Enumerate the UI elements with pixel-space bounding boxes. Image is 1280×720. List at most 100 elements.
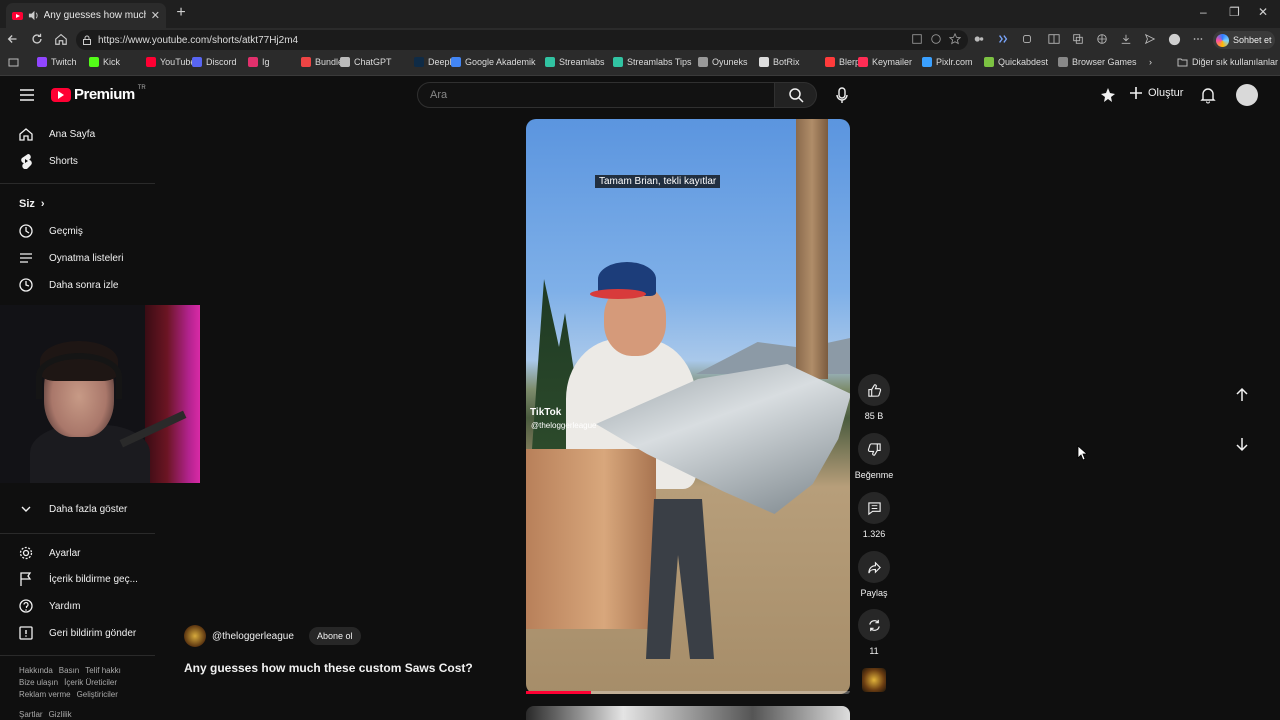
reading-view-icon[interactable]	[8, 57, 19, 68]
like-button[interactable]	[858, 374, 890, 406]
search-input[interactable]: Ara	[417, 82, 775, 108]
bookmark-browser-games[interactable]: Browser Games	[1058, 57, 1137, 67]
bookmark-favicon-icon	[825, 57, 835, 67]
split-screen-icon[interactable]	[1048, 33, 1062, 47]
url-text: https://www.youtube.com/shorts/atkt77Hj2…	[98, 34, 299, 46]
footer-links-row: Şartlar Gizlilik	[19, 710, 72, 719]
hamburger-menu-icon[interactable]	[19, 88, 35, 102]
previous-short-arrow-up-icon[interactable]	[1234, 387, 1250, 403]
bookmark-youtube[interactable]: YouTube	[146, 57, 195, 67]
download-icon[interactable]	[1120, 33, 1134, 47]
browser-tab[interactable]: Any guesses how much these ✕	[6, 3, 166, 28]
bookmark-deepl[interactable]: DeepL	[414, 57, 455, 67]
footer-link[interactable]: Telif hakkı	[85, 666, 121, 675]
bookmark-chatgpt[interactable]: ChatGPT	[340, 57, 392, 67]
speaker-icon[interactable]	[28, 10, 39, 21]
bookmark-quickabdest[interactable]: Quickabdest	[984, 57, 1048, 67]
bookmark-blerp[interactable]: Blerp	[825, 57, 860, 67]
bookmark-ig[interactable]: Ig	[248, 57, 270, 67]
youtube-favicon-icon	[12, 11, 23, 20]
puzzle-extensions-icon[interactable]	[1021, 33, 1035, 47]
minimize-icon[interactable]: –	[1200, 5, 1207, 19]
subscribe-button[interactable]: Abone ol	[309, 627, 361, 645]
footer-link[interactable]: Reklam verme	[19, 690, 71, 699]
extension-icon[interactable]	[997, 33, 1011, 47]
other-bookmarks-folder[interactable]: Diğer sık kullanılanlar	[1177, 57, 1278, 67]
footer-link[interactable]: Bize ulaşın	[19, 678, 58, 687]
sidebar-item-label: Geçmiş	[49, 225, 83, 237]
new-tab-button[interactable]: +	[172, 4, 190, 22]
bookmark-label: BotRix	[773, 57, 800, 67]
sidebar-item-shorts[interactable]: Shorts	[18, 153, 78, 169]
channel-info[interactable]: @theloggerleague	[184, 625, 294, 647]
next-short-preview[interactable]	[526, 706, 850, 720]
bookmark-pixlr-com[interactable]: Pixlr.com	[922, 57, 973, 67]
maximize-icon[interactable]: ❐	[1229, 5, 1240, 19]
send-icon[interactable]	[1144, 33, 1158, 47]
footer-link[interactable]: Hakkında	[19, 666, 53, 675]
comments-button[interactable]	[858, 492, 890, 524]
footer-link[interactable]: Geliştiriciler	[77, 690, 118, 699]
extension-icon[interactable]	[973, 33, 987, 47]
account-avatar[interactable]	[1236, 84, 1258, 106]
bookmark-google-akademik[interactable]: Google Akademik	[451, 57, 536, 67]
app-available-icon[interactable]	[911, 33, 925, 47]
sidebar-item-history[interactable]: Geçmiş	[18, 223, 83, 239]
short-title[interactable]: Any guesses how much these custom Saws C…	[184, 661, 473, 675]
search-button[interactable]	[775, 82, 817, 108]
bookmark-kick[interactable]: Kick	[89, 57, 120, 67]
channel-avatar[interactable]	[184, 625, 206, 647]
reload-icon[interactable]	[30, 32, 46, 48]
sidebar-item-settings[interactable]: Ayarlar	[18, 545, 81, 561]
bookmark-twitch[interactable]: Twitch	[37, 57, 77, 67]
other-bookmarks-label: Diğer sık kullanılanlar	[1192, 57, 1279, 67]
footer-link[interactable]: Basın	[59, 666, 79, 675]
bookmarks-overflow-chevron-icon[interactable]: ›	[1149, 57, 1152, 67]
youtube-premium-logo[interactable]: Premium TR	[51, 85, 146, 103]
channel-logo-thumbnail[interactable]	[862, 668, 886, 692]
next-short-arrow-down-icon[interactable]	[1234, 436, 1250, 452]
bookmark-streamlabs-tips[interactable]: Streamlabs Tips	[613, 57, 692, 67]
footer-link[interactable]: Şartlar	[19, 710, 43, 719]
search-icon	[789, 88, 804, 103]
profile-icon[interactable]	[1168, 33, 1182, 47]
you-section-heading[interactable]: Siz ›	[19, 198, 45, 210]
channel-name[interactable]: @theloggerleague	[212, 631, 294, 642]
shorts-video-player[interactable]	[526, 119, 850, 694]
sidebar-item-watch-later[interactable]: Daha sonra izle	[18, 277, 118, 293]
copilot-chat-button[interactable]: Sohbet et	[1213, 31, 1275, 49]
create-button[interactable]: Oluştur	[1129, 86, 1183, 100]
url-field[interactable]: https://www.youtube.com/shorts/atkt77Hj2…	[76, 30, 968, 50]
more-menu-icon[interactable]	[1192, 33, 1206, 47]
home-browser-icon[interactable]	[54, 32, 70, 48]
share-button[interactable]	[858, 551, 890, 583]
bookmark-keymailer[interactable]: Keymailer	[858, 57, 912, 67]
browser-essentials-icon[interactable]	[1096, 33, 1110, 47]
bookmark-oyuneks[interactable]: Oyuneks	[698, 57, 748, 67]
folder-icon	[1177, 58, 1188, 67]
bookmark-streamlabs[interactable]: Streamlabs	[545, 57, 605, 67]
dislike-button[interactable]	[858, 433, 890, 465]
sidebar-item-report-history[interactable]: İçerik bildirme geç...	[18, 571, 138, 587]
tab-close-icon[interactable]: ✕	[151, 9, 160, 22]
sidebar-item-help[interactable]: Yardım	[18, 598, 81, 614]
collections-icon[interactable]	[1072, 33, 1086, 47]
stream-studio-icon[interactable]	[1099, 86, 1117, 104]
sidebar-item-playlists[interactable]: Oynatma listeleri	[18, 250, 123, 266]
video-progress-bar[interactable]	[526, 691, 850, 694]
bookmark-bundle[interactable]: Bundle	[301, 57, 343, 67]
footer-link[interactable]: İçerik Üreticiler	[64, 678, 117, 687]
footer-link[interactable]: Gizlilik	[49, 710, 72, 719]
sidebar-item-feedback[interactable]: Geri bildirim gönder	[18, 625, 136, 641]
notifications-bell-icon[interactable]	[1199, 86, 1217, 104]
remix-button[interactable]	[858, 609, 890, 641]
bookmark-botrix[interactable]: BotRix	[759, 57, 800, 67]
tracking-prevention-icon[interactable]	[930, 33, 944, 47]
sidebar-item-home[interactable]: Ana Sayfa	[18, 126, 95, 142]
bookmark-discord[interactable]: Discord	[192, 57, 237, 67]
voice-search-button[interactable]	[830, 83, 854, 107]
show-more-button[interactable]: Daha fazla göster	[18, 501, 127, 517]
back-icon[interactable]	[6, 32, 22, 48]
favorite-star-icon[interactable]	[949, 33, 963, 47]
window-close-icon[interactable]: ✕	[1258, 5, 1268, 19]
